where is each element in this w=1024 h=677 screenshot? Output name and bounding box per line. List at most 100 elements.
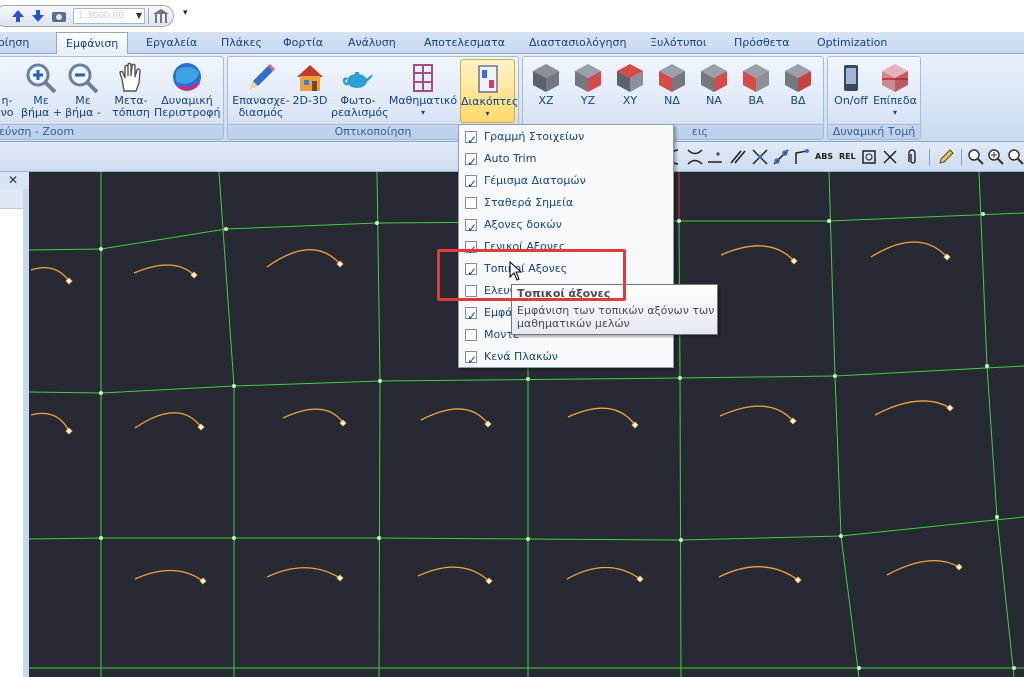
menu-item-slab-voids[interactable]: Κενά Πλακών <box>460 346 672 371</box>
tab-slabs[interactable]: Πλάκες <box>221 32 262 54</box>
grid-node <box>377 536 381 540</box>
cross-lines-icon[interactable] <box>686 148 704 166</box>
grid-node <box>1012 666 1016 670</box>
view-vd-button[interactable]: ΒΔ <box>781 59 815 107</box>
view-yz-label: YZ <box>580 94 596 107</box>
view-xz-button[interactable]: XZ <box>529 59 563 107</box>
view-vd-label: ΒΔ <box>790 94 806 107</box>
grid-node <box>678 376 682 380</box>
tab-loads[interactable]: Φορτία <box>283 32 323 54</box>
photorealism-button[interactable]: Φωτο- ρεαλισμός <box>331 59 389 119</box>
partial-zoom-button[interactable]: η- νο <box>0 59 17 119</box>
delete-x-icon[interactable] <box>881 148 899 166</box>
redraw-button[interactable]: Επανασχε- διασμός <box>231 59 291 119</box>
parallel-lines-icon[interactable] <box>729 148 747 166</box>
polyline-icon[interactable] <box>793 148 811 166</box>
grid-line <box>840 516 1024 537</box>
view-nd-button[interactable]: ΝΔ <box>655 59 689 107</box>
grid-node <box>99 536 103 540</box>
tab-formwork[interactable]: Ξυλότυποι <box>650 32 707 54</box>
grid-node <box>985 364 989 368</box>
tab-analysis[interactable]: Ανάλυση <box>348 32 396 54</box>
highlight-box <box>437 249 626 301</box>
zoom-scale-combo[interactable]: 1:3000.00 ▼ <box>73 8 145 24</box>
tab-view[interactable]: Εμφάνιση <box>56 32 129 55</box>
grid-line <box>379 377 681 382</box>
menu-item-fixed-points[interactable]: Σταθερά Σημεία <box>460 192 672 214</box>
grid-line <box>996 516 1015 677</box>
arc <box>719 405 794 422</box>
grid-line <box>100 385 235 394</box>
close-icon[interactable]: ✕ <box>8 173 18 187</box>
building-icon[interactable] <box>152 8 170 24</box>
grid-line <box>679 377 682 677</box>
customize-toolbar-button[interactable]: ▾ <box>183 8 188 18</box>
zoom-window-icon[interactable] <box>967 148 985 166</box>
step-minus-button[interactable]: Με βήμα - <box>63 59 103 119</box>
panel-header: ✕ <box>0 172 29 189</box>
checkbox[interactable] <box>465 129 477 151</box>
tab-modeling[interactable]: οίηση <box>0 32 29 54</box>
dynamic-section-group-label: Δυναμική Τομή <box>828 124 920 139</box>
dimension-icon[interactable] <box>706 148 724 166</box>
arrow-up-icon[interactable] <box>10 8 26 24</box>
arc <box>417 566 490 582</box>
mode-2d-3d-button[interactable]: 2D-3D <box>292 59 328 107</box>
tab-optimization[interactable]: Optimization <box>817 32 887 54</box>
zoom-extents-icon[interactable] <box>1007 148 1024 166</box>
math-model-button[interactable]: Μαθηματικό ▾ <box>388 59 458 119</box>
left-side-panel: ✕ <box>0 172 29 677</box>
tab-addons[interactable]: Πρόσθετα <box>734 32 790 54</box>
checkbox[interactable] <box>465 305 477 327</box>
abs-button[interactable]: ABS <box>815 152 833 161</box>
node-lines-icon[interactable] <box>772 148 790 166</box>
checkbox[interactable] <box>465 173 477 195</box>
attach-icon[interactable] <box>903 148 921 166</box>
zoom-group-label: εύνση - Zoom <box>0 124 223 139</box>
zoom-in-small-icon[interactable] <box>987 148 1005 166</box>
pan-label-2: τόπιση <box>112 106 150 119</box>
switches-button[interactable]: Διακόπτες ▾ <box>460 59 518 123</box>
camera-icon[interactable] <box>51 8 67 24</box>
pan-button[interactable]: Μετα- τόπιση <box>109 59 153 119</box>
grid-line <box>680 535 842 541</box>
view-xy-button[interactable]: XY <box>613 59 647 107</box>
checkbox[interactable] <box>465 197 477 209</box>
pencil-icon <box>250 64 275 89</box>
view-va-button[interactable]: ΒΑ <box>739 59 773 107</box>
grid-node <box>981 212 985 216</box>
rel-button[interactable]: REL <box>839 152 856 161</box>
edit-pencil-icon[interactable] <box>937 148 955 166</box>
menu-item-section-fill[interactable]: Γέμισμα Διατομών <box>460 170 672 195</box>
checkbox[interactable] <box>465 329 477 341</box>
tab-design[interactable]: Διαστασιολόγηση <box>529 32 626 54</box>
arrow-down-icon[interactable] <box>30 8 46 24</box>
tab-tools[interactable]: Εργαλεία <box>146 32 197 54</box>
mode-2d-3d-label: 2D-3D <box>292 94 328 107</box>
menu-item-auto-trim[interactable]: Auto Trim <box>460 148 672 173</box>
arc <box>134 569 204 582</box>
menu-item-beam-axes[interactable]: Αξονες δοκών <box>460 214 672 239</box>
separator <box>148 8 149 24</box>
teapot-icon <box>342 72 373 88</box>
arc <box>420 408 489 425</box>
section-planes-button[interactable]: Επίπεδα ▾ <box>872 59 918 119</box>
view-na-button[interactable]: ΝΑ <box>697 59 731 107</box>
checkbox[interactable] <box>465 217 477 239</box>
view-yz-button[interactable]: YZ <box>571 59 605 107</box>
menu-item-element-line[interactable]: Γραμμή Στοιχείων <box>460 126 672 151</box>
checkbox[interactable] <box>465 151 477 173</box>
grid-node <box>224 227 228 231</box>
dynamic-rotation-button[interactable]: Δυναμική Περιστροφή <box>154 59 220 119</box>
chevron-down-icon[interactable]: ▼ <box>136 9 142 23</box>
tab-results[interactable]: Αποτελεσματα <box>424 32 505 54</box>
checkbox[interactable] <box>465 349 477 371</box>
grid-line <box>218 171 235 387</box>
section-onoff-button[interactable]: On/off <box>831 59 871 107</box>
intersect-icon[interactable] <box>751 148 769 166</box>
cube-view-icon <box>701 64 727 92</box>
cube-view-icon <box>533 64 559 92</box>
frame-select-icon[interactable] <box>860 148 878 166</box>
step-plus-button[interactable]: Με βήμα + <box>21 59 62 119</box>
grid-line <box>233 380 381 387</box>
